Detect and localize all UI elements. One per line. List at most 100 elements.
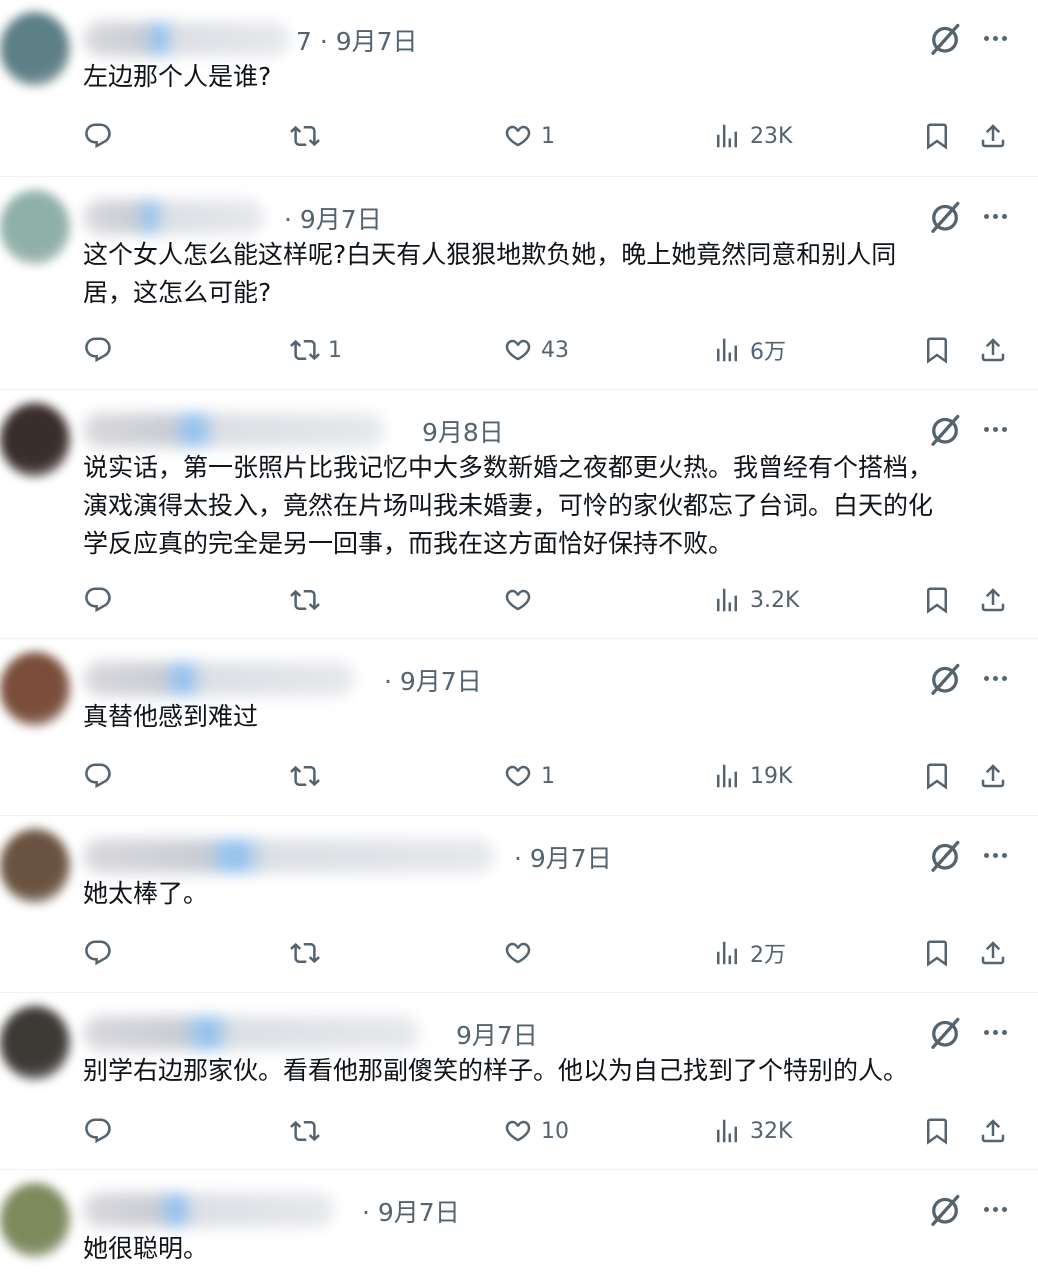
reply-button[interactable] xyxy=(83,582,121,618)
share-icon xyxy=(978,938,1008,968)
tweet[interactable]: · 9月7日 这个女人怎么能这样呢?白天有人狠狠地欺负她，晚上她竟然同意和别人同 … xyxy=(0,177,1038,390)
avatar[interactable] xyxy=(0,829,70,903)
avatar[interactable] xyxy=(0,12,70,86)
retweet-button[interactable] xyxy=(290,118,328,154)
retweet-button[interactable]: 1 xyxy=(290,332,342,368)
views-button[interactable]: 2万 xyxy=(712,935,786,971)
like-button[interactable] xyxy=(503,582,541,618)
share-button[interactable] xyxy=(978,761,1008,791)
reply-button[interactable] xyxy=(83,758,121,794)
bookmark-button[interactable] xyxy=(922,121,952,151)
author-name-blurred[interactable] xyxy=(84,22,289,56)
bookmark-button[interactable] xyxy=(922,761,952,791)
more-icon[interactable] xyxy=(978,660,1012,696)
timestamp[interactable]: · 9月7日 xyxy=(362,1193,460,1229)
retweet-button[interactable] xyxy=(290,935,328,971)
like-icon xyxy=(503,1116,533,1146)
share-button[interactable] xyxy=(978,335,1008,365)
grok-icon[interactable] xyxy=(927,1192,963,1228)
more-dot xyxy=(983,426,989,432)
reply-button[interactable] xyxy=(83,1113,121,1149)
more-icon[interactable] xyxy=(978,198,1012,234)
tweet[interactable]: · 9月7日 真替他感到难过 1 19K xyxy=(0,639,1038,816)
timestamp[interactable]: · 9月7日 xyxy=(284,200,382,236)
views-button[interactable]: 3.2K xyxy=(712,582,799,618)
bookmark-button[interactable] xyxy=(922,585,952,615)
like-button[interactable]: 1 xyxy=(503,118,555,154)
retweet-icon xyxy=(290,585,320,615)
view-count: 19K xyxy=(750,763,793,789)
grok-icon[interactable] xyxy=(927,21,963,57)
views-button[interactable]: 19K xyxy=(712,758,792,794)
tweet-text: 别学右边那家伙。看看他那副傻笑的样子。他以为自己找到了个特别的人。 xyxy=(83,1056,909,1085)
views-button[interactable]: 23K xyxy=(712,118,792,154)
timestamp[interactable]: 9月8日 xyxy=(422,413,504,449)
author-name-blurred[interactable] xyxy=(84,200,264,234)
bookmark-button[interactable] xyxy=(922,1116,952,1146)
views-icon xyxy=(712,585,742,615)
bookmark-icon xyxy=(922,121,952,151)
share-icon xyxy=(978,1116,1008,1146)
bookmark-button[interactable] xyxy=(922,335,952,365)
like-icon xyxy=(503,121,533,151)
tweet-text: 她太棒了。 xyxy=(83,879,209,908)
tweet[interactable]: 7 · 9月7日 左边那个人是谁? 1 23K xyxy=(0,0,1038,177)
grok-icon[interactable] xyxy=(927,838,963,874)
views-button[interactable]: 6万 xyxy=(712,332,786,368)
reply-button[interactable] xyxy=(83,332,121,368)
more-dot xyxy=(992,852,998,858)
view-count: 6万 xyxy=(750,340,786,365)
avatar[interactable] xyxy=(0,1183,70,1257)
grok-icon[interactable] xyxy=(927,412,963,448)
tweet[interactable]: · 9月7日她太棒了。 2万 xyxy=(0,816,1038,993)
more-dot xyxy=(1001,1029,1007,1035)
share-icon xyxy=(978,585,1008,615)
avatar[interactable] xyxy=(0,190,70,264)
bookmark-button[interactable] xyxy=(922,938,952,968)
avatar[interactable] xyxy=(0,1006,70,1080)
retweet-button[interactable] xyxy=(290,582,328,618)
tweet[interactable]: · 9月7日 她很聪明。 xyxy=(0,1170,1038,1280)
views-button[interactable]: 32K xyxy=(712,1113,792,1149)
like-icon xyxy=(503,585,533,615)
timestamp[interactable]: 7 · 9月7日 xyxy=(296,22,418,58)
like-button[interactable]: 43 xyxy=(503,332,569,368)
timestamp[interactable]: · 9月7日 xyxy=(384,662,482,698)
more-dot xyxy=(983,1029,989,1035)
tweet[interactable]: 9月7日别学右边那家伙。看看他那副傻笑的样子。他以为自己找到了个特别的人。 10 3… xyxy=(0,993,1038,1170)
reply-button[interactable] xyxy=(83,935,121,971)
like-button[interactable]: 10 xyxy=(503,1113,569,1149)
more-icon[interactable] xyxy=(978,837,1012,873)
like-button[interactable]: 1 xyxy=(503,758,555,794)
more-icon[interactable] xyxy=(978,20,1012,56)
author-name-blurred[interactable] xyxy=(84,413,384,447)
retweet-button[interactable] xyxy=(290,758,328,794)
tweet[interactable]: 9月8日 说实话，第一张照片比我记忆中大多数新婚之夜都更火热。我曾经有个搭档， 演… xyxy=(0,390,1038,639)
more-icon[interactable] xyxy=(978,1191,1012,1227)
grok-icon-glyph xyxy=(927,1192,963,1228)
author-name-blurred[interactable] xyxy=(84,662,354,696)
like-button[interactable] xyxy=(503,935,541,971)
avatar[interactable] xyxy=(0,652,70,726)
more-icon[interactable] xyxy=(978,411,1012,447)
view-count: 32K xyxy=(750,1118,793,1144)
author-name-blurred[interactable] xyxy=(84,1193,334,1227)
reply-button[interactable] xyxy=(83,118,121,154)
more-icon[interactable] xyxy=(978,1014,1012,1050)
share-button[interactable] xyxy=(978,938,1008,968)
timestamp[interactable]: 9月7日 xyxy=(456,1016,538,1052)
share-button[interactable] xyxy=(978,585,1008,615)
reply-icon xyxy=(83,335,113,365)
grok-icon[interactable] xyxy=(927,199,963,235)
timestamp[interactable]: · 9月7日 xyxy=(514,839,612,875)
reply-icon xyxy=(83,938,113,968)
share-button[interactable] xyxy=(978,121,1008,151)
share-button[interactable] xyxy=(978,1116,1008,1146)
author-name-blurred[interactable] xyxy=(84,839,494,873)
retweet-button[interactable] xyxy=(290,1113,328,1149)
grok-icon[interactable] xyxy=(927,661,963,697)
author-name-blurred[interactable] xyxy=(84,1016,419,1050)
grok-icon[interactable] xyxy=(927,1015,963,1051)
avatar[interactable] xyxy=(0,403,70,477)
more-dot xyxy=(983,213,989,219)
